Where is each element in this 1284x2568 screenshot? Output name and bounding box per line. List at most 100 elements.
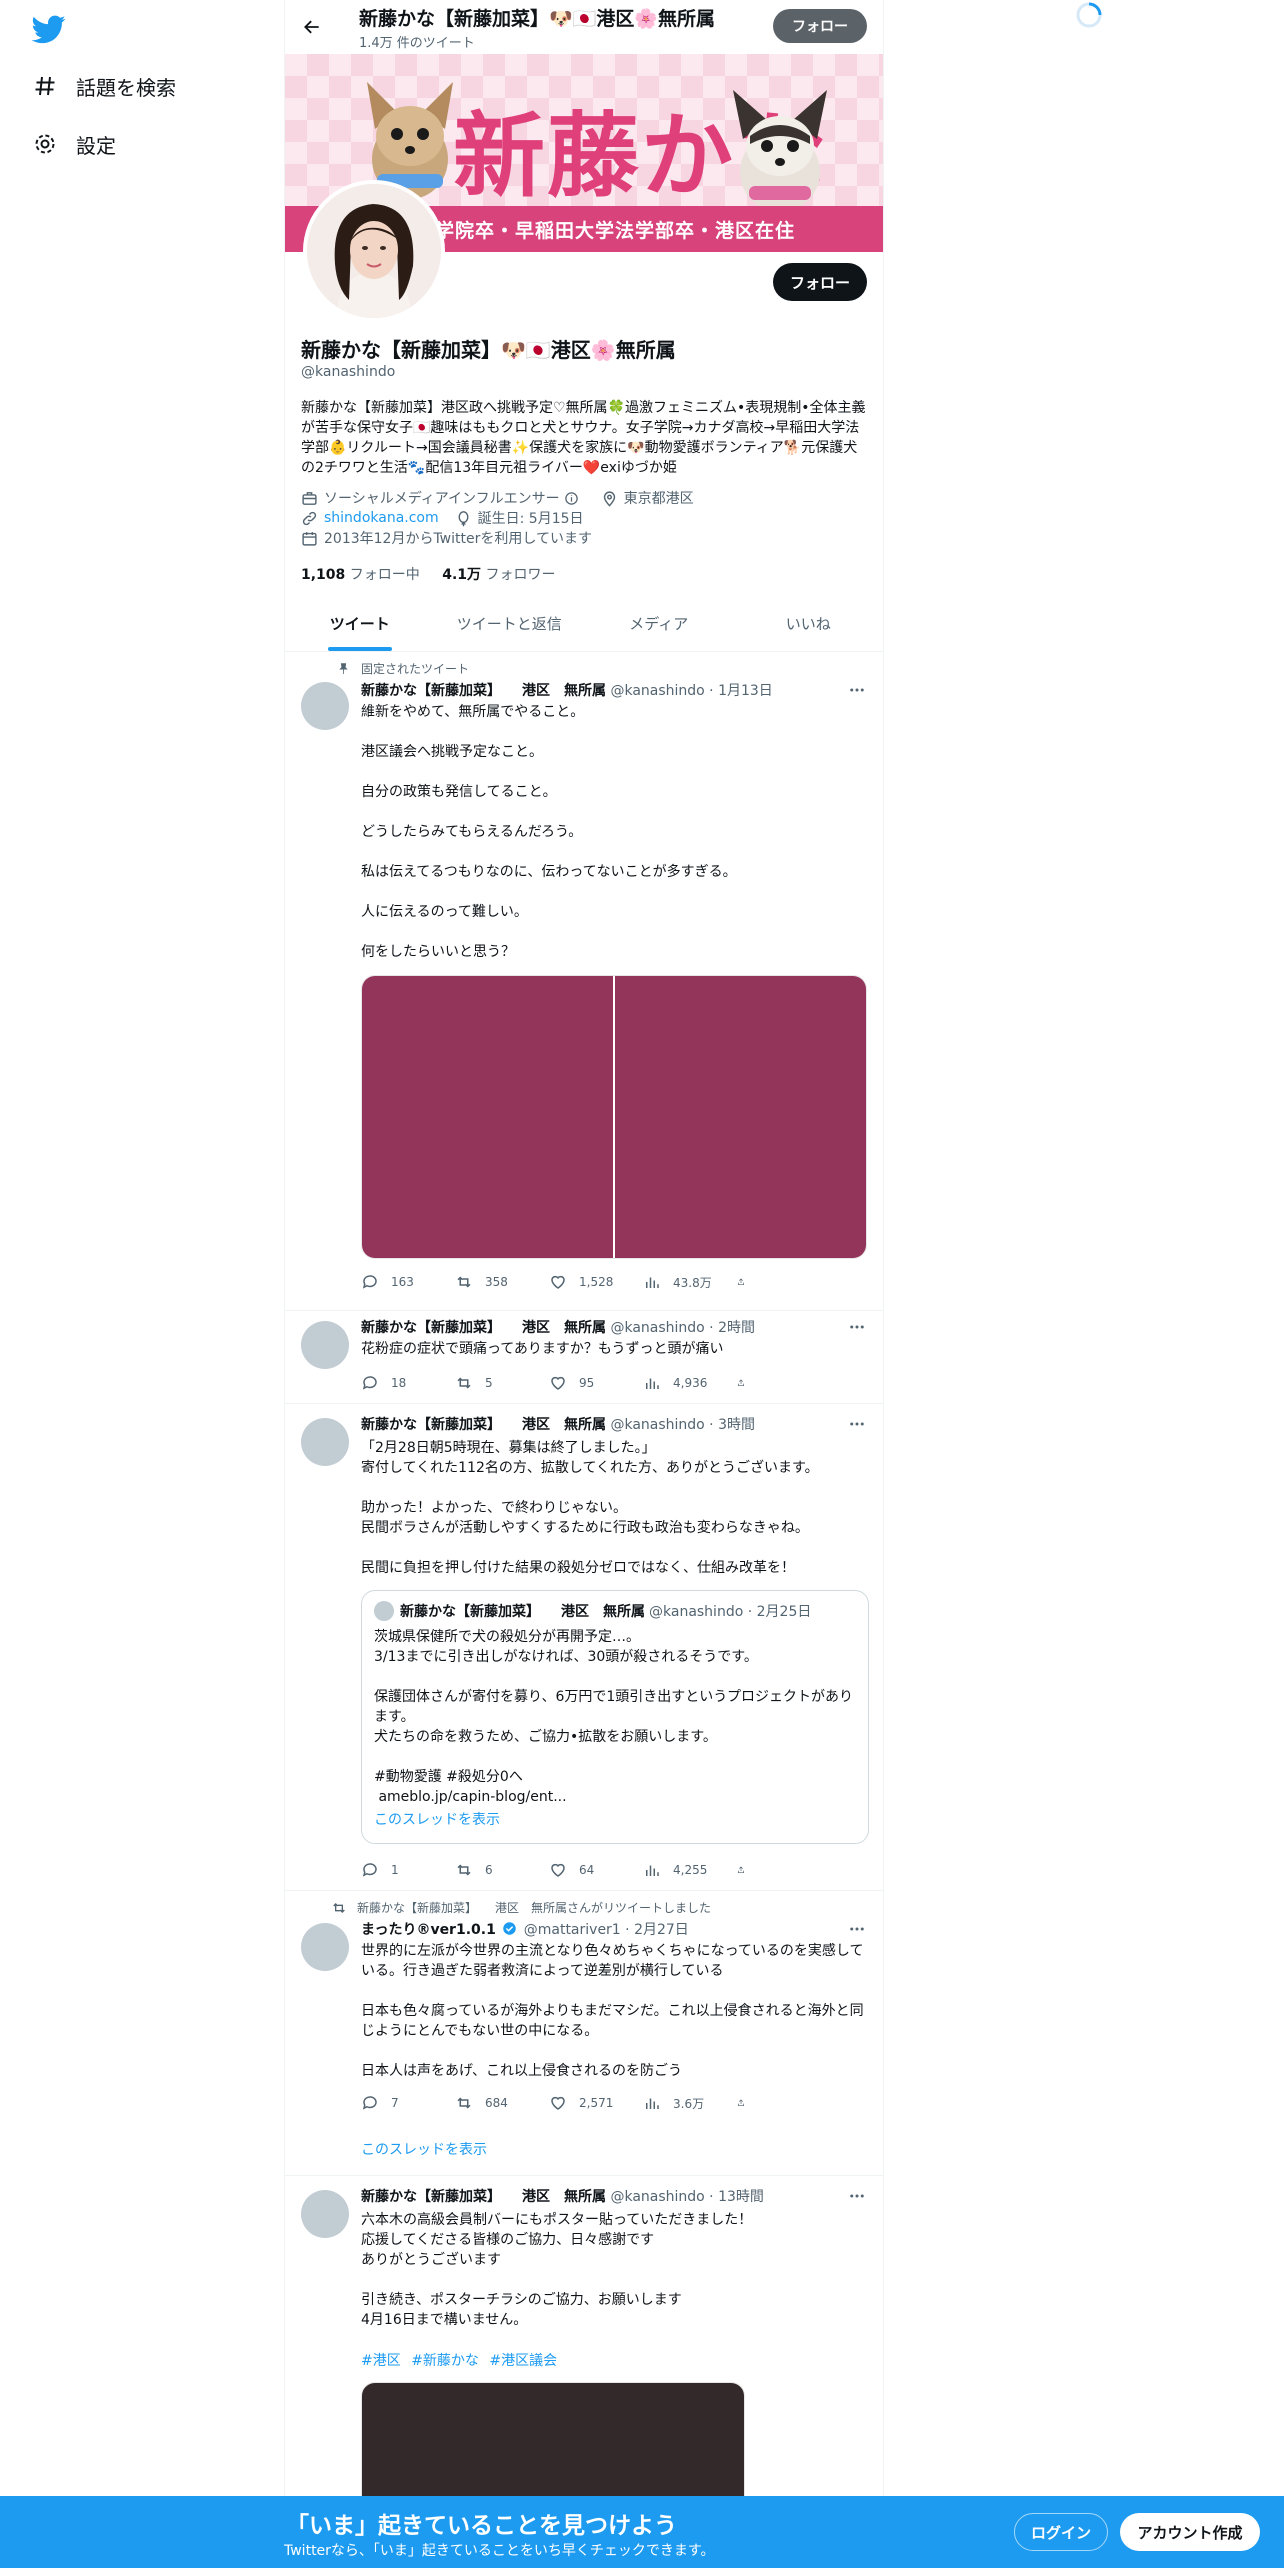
tweet-actions: 18 5 95 4,936 [361,1373,791,1393]
views-button[interactable]: 3.6万 [643,2093,737,2113]
show-thread-link[interactable]: このスレッドを表示 [361,2139,487,2159]
tweet-hashtags: #港区 #新藤かな #港区議会 [361,2350,563,2370]
tweet[interactable]: 固定されたツイート 新藤かな【新藤加菜】 港区 無所属 @kanashindo … [285,652,883,1311]
profile-website-link[interactable]: shindokana.com [324,510,439,526]
nav-explore[interactable]: 話題を検索 [32,64,176,108]
reply-icon [362,1376,377,1390]
show-thread-link[interactable]: このスレッドを表示 [374,1809,500,1829]
profile-meta-row-3: 2013年12月からTwitterを利用しています [301,528,592,548]
info-icon[interactable] [564,491,579,506]
pin-icon [337,662,351,675]
twitter-logo-icon[interactable] [31,12,66,46]
retweet-button[interactable]: 358 [455,1272,549,1292]
share-button[interactable] [737,1373,757,1393]
like-button[interactable]: 95 [549,1373,643,1393]
tweet-author-name[interactable]: 新藤かな【新藤加菜】 港区 無所属 [361,683,606,699]
tweet[interactable]: 新藤かな【新藤加菜】 港区 無所属さんがリツイートしました まったり®ver1.… [285,1891,883,2176]
tweet[interactable]: 新藤かな【新藤加菜】 港区 無所属 @kanashindo · 3時間 「2月2… [285,1404,883,1891]
like-button[interactable]: 2,571 [549,2093,643,2113]
avatar[interactable] [301,682,349,730]
avatar[interactable] [301,2190,349,2238]
tweet-author-name[interactable]: まったり®ver1.0.1 [361,1922,496,1938]
share-button[interactable] [737,2093,757,2113]
nav-settings[interactable]: 設定 [32,122,116,166]
dog-image [725,84,835,214]
avatar[interactable] [301,1923,349,1971]
tweet-meta[interactable]: @kanashindo · 1月13日 [610,683,772,699]
login-button[interactable]: ログイン [1014,2513,1108,2551]
tweet-actions: 1 6 64 4,255 [361,1860,791,1880]
profile-stats: 1,108 フォロー中 4.1万 フォロワー [301,564,555,584]
tab-tweets[interactable]: ツイート [285,596,435,651]
reply-button[interactable]: 7 [361,2093,455,2113]
followers-link[interactable]: 4.1万 フォロワー [442,567,555,583]
views-button[interactable]: 4,255 [643,1860,737,1880]
more-icon[interactable] [847,1919,867,1939]
avatar[interactable] [301,1418,349,1466]
reply-button[interactable]: 163 [361,1272,455,1292]
tweet-author-name[interactable]: 新藤かな【新藤加菜】 港区 無所属 [361,2189,606,2205]
follow-button[interactable]: フォロー [773,263,867,301]
retweet-context-label[interactable]: 新藤かな【新藤加菜】 港区 無所属さんがリツイートしました [357,1899,711,1916]
retweet-button[interactable]: 6 [455,1860,549,1880]
retweet-button[interactable]: 684 [455,2093,549,2113]
tweet-meta[interactable]: @mattariver1 · 2月27日 [524,1922,689,1938]
loading-spinner-icon [1074,0,1104,30]
profile-avatar[interactable] [303,180,445,322]
reply-count: 18 [391,1376,407,1390]
hashtag-link[interactable]: #港区 [361,2353,401,2369]
views-button[interactable]: 43.8万 [643,1272,737,1292]
retweet-icon [457,2097,471,2109]
tweet-header: 新藤かな【新藤加菜】 港区 無所属 @kanashindo · 1月13日 [361,680,773,700]
media-image-right[interactable] [615,976,866,1258]
more-icon[interactable] [847,1414,867,1434]
following-link[interactable]: 1,108 フォロー中 [301,567,420,583]
more-icon[interactable] [847,2186,867,2206]
hashtag-link[interactable]: #新藤かな [411,2353,479,2369]
tweet[interactable]: 新藤かな【新藤加菜】 港区 無所属 @kanashindo · 2時間 花粉症の… [285,1311,883,1404]
back-arrow-icon[interactable] [297,12,327,42]
tweet-meta[interactable]: @kanashindo · 2時間 [610,1320,755,1336]
nav-explore-label: 話題を検索 [76,75,176,100]
avatar[interactable] [301,1321,349,1369]
hashtag-link[interactable]: #港区議会 [489,2353,557,2369]
heart-icon [551,1376,565,1390]
views-button[interactable]: 4,936 [643,1373,737,1393]
views-count: 4,255 [673,1863,708,1877]
tweet-meta[interactable]: @kanashindo · 3時間 [610,1417,755,1433]
media-image-left[interactable] [362,976,613,1258]
profile-birthday: 誕生日: 5月15日 [477,511,584,527]
reply-button[interactable]: 18 [361,1373,455,1393]
reply-icon [362,1863,377,1877]
tweet-author-name[interactable]: 新藤かな【新藤加菜】 港区 無所属 [361,1320,606,1336]
tweet-author-name[interactable]: 新藤かな【新藤加菜】 港区 無所属 [361,1417,606,1433]
nav-settings-label: 設定 [76,133,116,158]
header-follow-button[interactable]: フォロー [773,9,867,43]
like-button[interactable]: 1,528 [549,1272,643,1292]
retweet-button[interactable]: 5 [455,1373,549,1393]
reply-button[interactable]: 1 [361,1860,455,1880]
more-icon[interactable] [847,1317,867,1337]
pinned-label: 固定されたツイート [361,662,470,676]
profile-location: 東京都港区 [623,491,694,507]
banner-strip-text: 学院卒・早稲田大学法学部卒・港区在住 [435,220,796,242]
following-count: 1,108 [301,567,346,583]
tweet-media[interactable] [361,975,867,1259]
followers-count: 4.1万 [442,567,482,583]
views-chart-icon [646,2098,659,2109]
tab-media[interactable]: メディア [584,596,734,651]
quoted-tweet[interactable]: 新藤かな【新藤加菜】 港区 無所属 @kanashindo · 2月25日 茨城… [361,1590,869,1844]
tab-likes[interactable]: いいね [734,596,884,651]
share-button[interactable] [737,1860,757,1880]
share-button[interactable] [737,1272,757,1292]
tweet-meta[interactable]: @kanashindo · 13時間 [610,2189,763,2205]
share-icon [738,2099,744,2106]
like-button[interactable]: 64 [549,1860,643,1880]
signup-button[interactable]: アカウント作成 [1120,2513,1260,2551]
tab-tweets-and-replies[interactable]: ツイートと返信 [435,596,585,651]
more-icon[interactable] [847,680,867,700]
followers-label: フォロワー [485,567,556,583]
like-count: 64 [579,1863,595,1877]
reply-count: 1 [391,1863,399,1877]
tweet-header: 新藤かな【新藤加菜】 港区 無所属 @kanashindo · 3時間 [361,1414,755,1434]
